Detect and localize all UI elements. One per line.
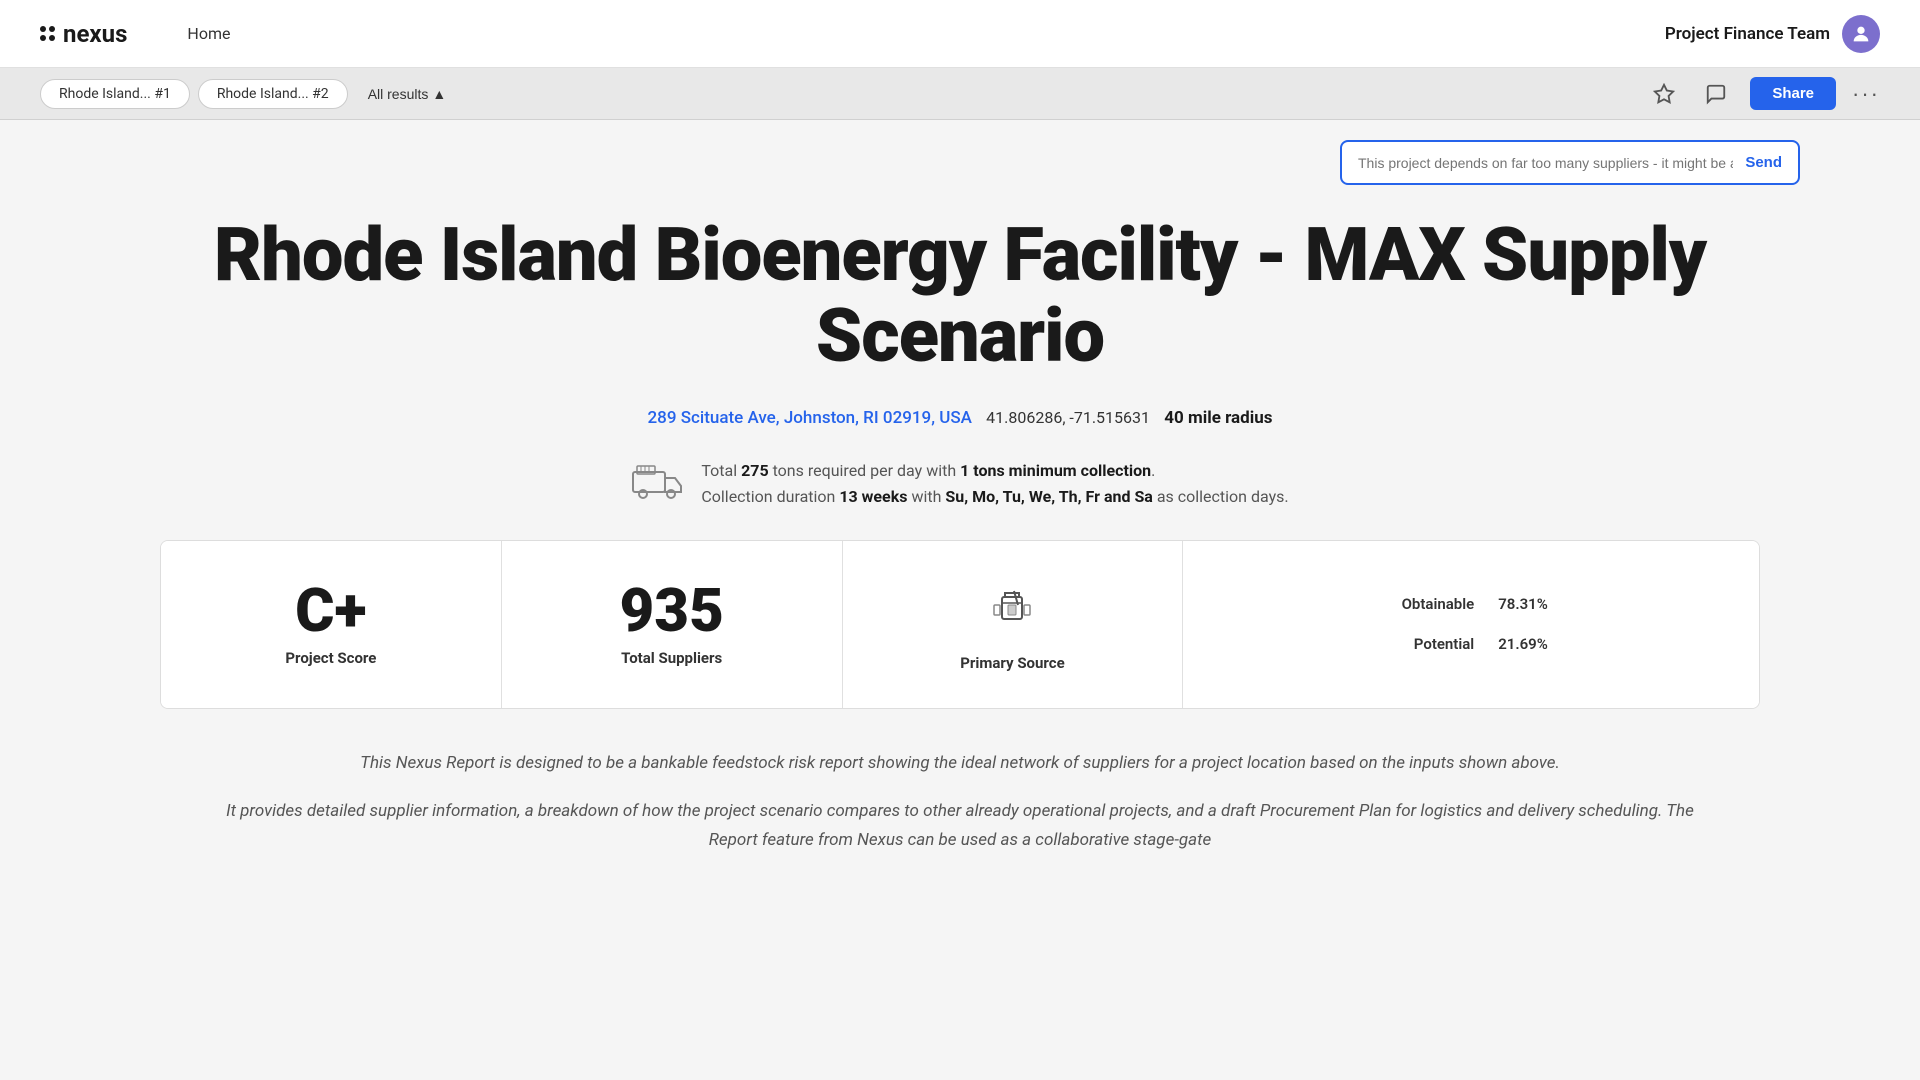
chart-row-potential: Potential 21.69% <box>1384 630 1558 658</box>
star-button[interactable] <box>1646 76 1682 112</box>
logo-dots-icon <box>40 26 55 41</box>
logo[interactable]: nexus <box>40 20 127 48</box>
ai-send-button[interactable]: Send <box>1745 154 1782 171</box>
score-label: Project Score <box>285 649 376 667</box>
chat-button[interactable] <box>1698 76 1734 112</box>
header-right: Project Finance Team <box>1665 15 1880 53</box>
collection-min: 1 tons minimum collection <box>960 461 1151 480</box>
stat-score: C+ Project Score <box>161 541 502 708</box>
stat-primary-source: Primary Source <box>843 541 1184 708</box>
main-content: Send Rhode Island Bioenergy Facility - M… <box>0 120 1920 1080</box>
collection-days: Su, Mo, Tu, We, Th, Fr and Sa <box>945 487 1153 506</box>
nav-home[interactable]: Home <box>187 24 230 43</box>
primary-source-icon <box>986 577 1038 640</box>
collection-tons: 275 <box>741 461 769 480</box>
ai-chat-box: Send <box>1340 140 1800 185</box>
ai-chat-container: Send <box>0 120 1920 185</box>
chart-row-obtainable: Obtainable 78.31% <box>1384 590 1558 618</box>
tab-ri-1[interactable]: Rhode Island... #1 <box>40 79 190 109</box>
stat-chart: Obtainable 78.31% Potential 21.69% <box>1183 541 1759 708</box>
tab-ri-2[interactable]: Rhode Island... #2 <box>198 79 348 109</box>
tabs-right: Share ··· <box>1646 76 1880 112</box>
chevron-up-icon: ▲ <box>432 86 446 102</box>
score-value: C+ <box>295 581 366 641</box>
potential-label: Potential <box>1384 635 1474 653</box>
obtainable-label: Obtainable <box>1384 595 1474 613</box>
obtainable-pct: 78.31% <box>1498 595 1558 613</box>
share-button[interactable]: Share <box>1750 77 1836 110</box>
tab-all-results[interactable]: All results ▲ <box>356 80 459 108</box>
collection-section: Total 275 tons required per day with 1 t… <box>0 448 1920 540</box>
description-para2: It provides detailed supplier informatio… <box>200 797 1720 855</box>
logo-text: nexus <box>63 20 127 48</box>
collection-duration: 13 weeks <box>839 487 907 506</box>
header-left: nexus Home <box>40 20 230 48</box>
radius-text: 40 mile radius <box>1164 408 1272 428</box>
collection-text: Total 275 tons required per day with 1 t… <box>701 458 1288 509</box>
potential-pct: 21.69% <box>1498 635 1558 653</box>
more-options-button[interactable]: ··· <box>1852 81 1880 107</box>
collection-unit: tons required per day <box>773 461 923 480</box>
source-label: Primary Source <box>960 654 1064 672</box>
coordinates: 41.806286, -71.515631 <box>986 408 1150 427</box>
collection-days-label: as collection days <box>1157 487 1285 506</box>
description-para1: This Nexus Report is designed to be a ba… <box>200 749 1720 778</box>
suppliers-label: Total Suppliers <box>621 649 722 667</box>
header: nexus Home Project Finance Team <box>0 0 1920 68</box>
page-title: Rhode Island Bioenergy Facility - MAX Su… <box>80 215 1840 378</box>
stat-suppliers: 935 Total Suppliers <box>502 541 843 708</box>
tabs-bar: Rhode Island... #1 Rhode Island... #2 Al… <box>0 68 1920 120</box>
team-name-text: Project Finance Team <box>1665 24 1830 44</box>
description-section: This Nexus Report is designed to be a ba… <box>0 709 1920 875</box>
address-section: 289 Scituate Ave, Johnston, RI 02919, US… <box>0 398 1920 448</box>
suppliers-value: 935 <box>620 581 724 641</box>
page-title-section: Rhode Island Bioenergy Facility - MAX Su… <box>0 185 1920 398</box>
ai-chat-input[interactable] <box>1358 155 1733 171</box>
avatar[interactable] <box>1842 15 1880 53</box>
address-link[interactable]: 289 Scituate Ave, Johnston, RI 02919, US… <box>648 408 972 428</box>
stats-row: C+ Project Score 935 Total Suppliers <box>160 540 1760 709</box>
tabs-left: Rhode Island... #1 Rhode Island... #2 Al… <box>40 79 458 109</box>
truck-icon <box>631 458 683 510</box>
